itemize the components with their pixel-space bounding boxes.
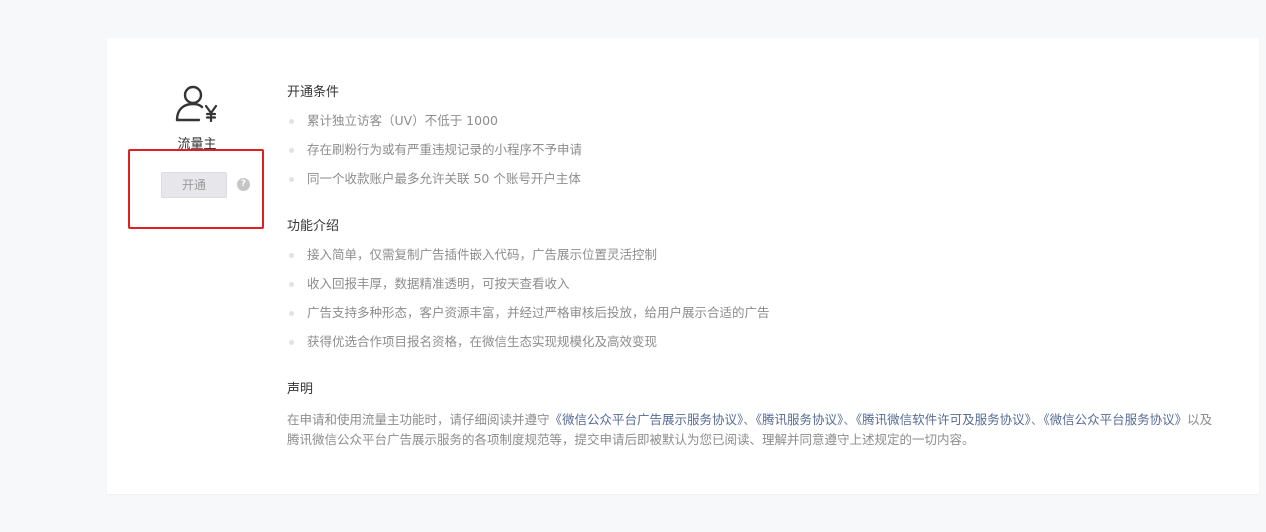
bullet-dot xyxy=(289,177,294,182)
platform-service-agreement-link[interactable]: 《微信公众平台服务协议》 xyxy=(1043,412,1187,427)
list-item: 收入回报丰厚，数据精准透明，可按天查看收入 xyxy=(287,275,770,304)
tencent-service-agreement-link[interactable]: 《腾讯服务协议》 xyxy=(756,412,844,427)
conditions-title: 开通条件 xyxy=(287,85,340,100)
list-item-text: 存在刷粉行为或有严重违规记录的小程序不予申请 xyxy=(307,142,583,157)
ad-service-agreement-link[interactable]: 《微信公众平台广告展示服务协议》 xyxy=(550,412,744,427)
list-item-text: 接入简单，仅需复制广告插件嵌入代码，广告展示位置灵活控制 xyxy=(307,247,658,262)
ad-income-card: 流量主 开通 ? 开通条件 累计独立访客（UV）不低于 1000 存在刷粉行为或… xyxy=(107,38,1259,494)
wechat-license-agreement-link[interactable]: 《腾讯微信软件许可及服务协议》 xyxy=(856,412,1031,427)
conditions-list: 累计独立访客（UV）不低于 1000 存在刷粉行为或有严重违规记录的小程序不予申… xyxy=(287,112,582,199)
list-item: 累计独立访客（UV）不低于 1000 xyxy=(287,112,582,141)
statement-text: 在申请和使用流量主功能时，请仔细阅读并遵守《微信公众平台广告展示服务协议》、《腾… xyxy=(287,410,1217,450)
bullet-dot xyxy=(289,119,294,124)
list-item: 存在刷粉行为或有严重违规记录的小程序不予申请 xyxy=(287,141,582,170)
list-item-text: 广告支持多种形态，客户资源丰富，并经过严格审核后投放，给用户展示合适的广告 xyxy=(307,305,770,320)
features-title: 功能介绍 xyxy=(287,219,340,234)
separator: 、 xyxy=(1030,412,1044,427)
role-name: 流量主 xyxy=(177,137,217,150)
highlight-box xyxy=(128,149,264,229)
list-item-text: 同一个收款账户最多允许关联 50 个账号开户主体 xyxy=(307,171,581,186)
bullet-dot xyxy=(289,148,294,153)
list-item-text: 累计独立访客（UV）不低于 1000 xyxy=(307,113,498,128)
bullet-dot xyxy=(289,282,294,287)
statement-title: 声明 xyxy=(287,382,314,397)
list-item: 广告支持多种形态，客户资源丰富，并经过严格审核后投放，给用户展示合适的广告 xyxy=(287,304,770,333)
separator: 、 xyxy=(743,412,756,427)
list-item-text: 收入回报丰厚，数据精准透明，可按天查看收入 xyxy=(307,276,570,291)
list-item: 接入简单，仅需复制广告插件嵌入代码，广告展示位置灵活控制 xyxy=(287,246,770,275)
user-yen-icon xyxy=(175,85,218,122)
bullet-dot xyxy=(289,311,294,316)
features-list: 接入简单，仅需复制广告插件嵌入代码，广告展示位置灵活控制 收入回报丰厚，数据精准… xyxy=(287,246,770,362)
role-panel: 流量主 开通 ? xyxy=(107,38,287,238)
separator: 、 xyxy=(843,412,856,427)
list-item: 同一个收款账户最多允许关联 50 个账号开户主体 xyxy=(287,170,582,199)
bullet-dot xyxy=(289,340,294,345)
list-item: 获得优选合作项目报名资格，在微信生态实现规模化及高效变现 xyxy=(287,333,770,362)
list-item-text: 获得优选合作项目报名资格，在微信生态实现规模化及高效变现 xyxy=(307,334,658,349)
statement-prefix: 在申请和使用流量主功能时，请仔细阅读并遵守 xyxy=(287,412,550,427)
bullet-dot xyxy=(289,253,294,258)
